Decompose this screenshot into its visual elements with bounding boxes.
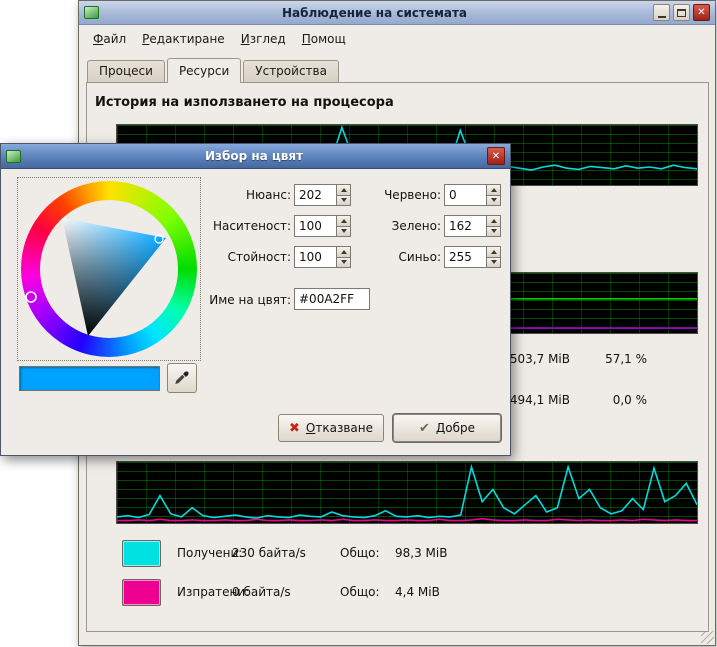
window-title: Наблюдение на системата <box>99 6 650 20</box>
red-spinbox <box>444 184 501 206</box>
received-total-label: Общо: <box>340 546 380 560</box>
blue-spinbox <box>444 246 501 268</box>
green-spinbox <box>444 215 501 237</box>
received-total-value: 98,3 MiB <box>395 546 447 560</box>
saturation-spin-up[interactable] <box>337 215 351 227</box>
saturation-spin-down[interactable] <box>337 227 351 238</box>
dialog-titlebar[interactable]: Избор на цвят ✕ <box>1 144 510 169</box>
close-icon: ✕ <box>697 7 705 18</box>
menubar: Файл Редактиране Изглед Помощ <box>79 25 715 51</box>
value-spinbox <box>294 246 351 268</box>
menu-edit[interactable]: Редактиране <box>134 29 233 49</box>
red-input[interactable] <box>444 184 487 206</box>
tab-strip: Процеси Ресурси Устройства <box>87 58 341 82</box>
tab-devices[interactable]: Устройства <box>243 60 339 82</box>
spin-up-icon <box>341 219 347 223</box>
memory-used-percent: 57,1 % <box>587 352 647 366</box>
cpu-history-heading: История на използването на процесора <box>95 95 394 110</box>
ok-check-icon: ✔ <box>419 422 430 435</box>
menu-view[interactable]: Изглед <box>233 29 294 49</box>
saturation-spinbox <box>294 215 351 237</box>
spin-up-icon <box>491 219 497 223</box>
spin-up-icon <box>491 250 497 254</box>
maximize-icon <box>677 9 686 17</box>
spin-up-icon <box>341 250 347 254</box>
dialog-title: Избор на цвят <box>21 149 487 163</box>
maximize-button[interactable] <box>673 4 690 21</box>
spin-down-icon <box>341 229 347 233</box>
swap-used-percent: 0,0 % <box>587 393 647 407</box>
minimize-icon <box>658 16 666 18</box>
statusbar <box>80 631 714 644</box>
value-spin-down[interactable] <box>337 258 351 269</box>
green-label: Зелено: <box>356 219 441 233</box>
window-titlebar[interactable]: Наблюдение на системата ✕ <box>79 1 715 25</box>
hue-spinbox <box>294 184 351 206</box>
dialog-icon <box>6 150 21 163</box>
dialog-close-icon: ✕ <box>492 151 500 162</box>
received-rate: 230 байта/s <box>232 546 306 560</box>
tab-resources[interactable]: Ресурси <box>167 58 241 83</box>
tab-processes[interactable]: Процеси <box>87 60 165 82</box>
blue-spin-up[interactable] <box>487 246 501 258</box>
spin-down-icon <box>491 260 497 264</box>
saturation-input[interactable] <box>294 215 337 237</box>
cancel-x-icon: ✖ <box>289 422 300 435</box>
sent-total-label: Общо: <box>340 585 380 599</box>
color-picker-dialog: Избор на цвят ✕ <box>0 143 511 456</box>
minimize-button[interactable] <box>653 4 670 21</box>
red-spin-up[interactable] <box>487 184 501 196</box>
red-label: Червено: <box>356 188 441 202</box>
sent-rate: 0 байта/s <box>232 585 291 599</box>
menu-file[interactable]: Файл <box>85 29 134 49</box>
color-name-input[interactable] <box>294 288 370 310</box>
green-spin-down[interactable] <box>487 227 501 238</box>
saturation-label: Наситеност: <box>206 219 291 233</box>
blue-spin-down[interactable] <box>487 258 501 269</box>
spin-down-icon <box>491 198 497 202</box>
spin-up-icon <box>341 188 347 192</box>
sent-color-swatch[interactable] <box>122 579 161 606</box>
sent-total-value: 4,4 MiB <box>395 585 440 599</box>
value-label: Стойност: <box>206 250 291 264</box>
hue-label: Нюанс: <box>206 188 291 202</box>
resize-grip[interactable] <box>701 631 714 644</box>
spin-up-icon <box>491 188 497 192</box>
hue-spin-up[interactable] <box>337 184 351 196</box>
hue-input[interactable] <box>294 184 337 206</box>
network-history-chart <box>116 461 698 524</box>
hue-marker <box>26 292 36 302</box>
cancel-button-label: Отказване <box>306 421 373 435</box>
blue-input[interactable] <box>444 246 487 268</box>
color-preview <box>19 366 160 391</box>
green-input[interactable] <box>444 215 487 237</box>
spin-down-icon <box>491 229 497 233</box>
hue-wheel <box>17 177 201 361</box>
eyedropper-button[interactable] <box>167 363 197 393</box>
received-color-swatch[interactable] <box>122 540 161 567</box>
color-name-label: Име на цвят: <box>206 293 291 307</box>
value-spin-up[interactable] <box>337 246 351 258</box>
ok-button[interactable]: ✔ Добре <box>393 414 501 442</box>
sv-triangle[interactable] <box>18 178 202 362</box>
close-button[interactable]: ✕ <box>693 4 710 21</box>
spin-down-icon <box>341 198 347 202</box>
blue-label: Синьо: <box>356 250 441 264</box>
app-icon <box>84 6 99 19</box>
eyedropper-icon <box>174 370 190 386</box>
hue-spin-down[interactable] <box>337 196 351 207</box>
cancel-button[interactable]: ✖ Отказване <box>278 414 384 442</box>
menu-help[interactable]: Помощ <box>294 29 354 49</box>
ok-button-label: Добре <box>436 421 475 435</box>
green-spin-up[interactable] <box>487 215 501 227</box>
dialog-close-button[interactable]: ✕ <box>487 147 505 165</box>
red-spin-down[interactable] <box>487 196 501 207</box>
spin-down-icon <box>341 260 347 264</box>
value-input[interactable] <box>294 246 337 268</box>
